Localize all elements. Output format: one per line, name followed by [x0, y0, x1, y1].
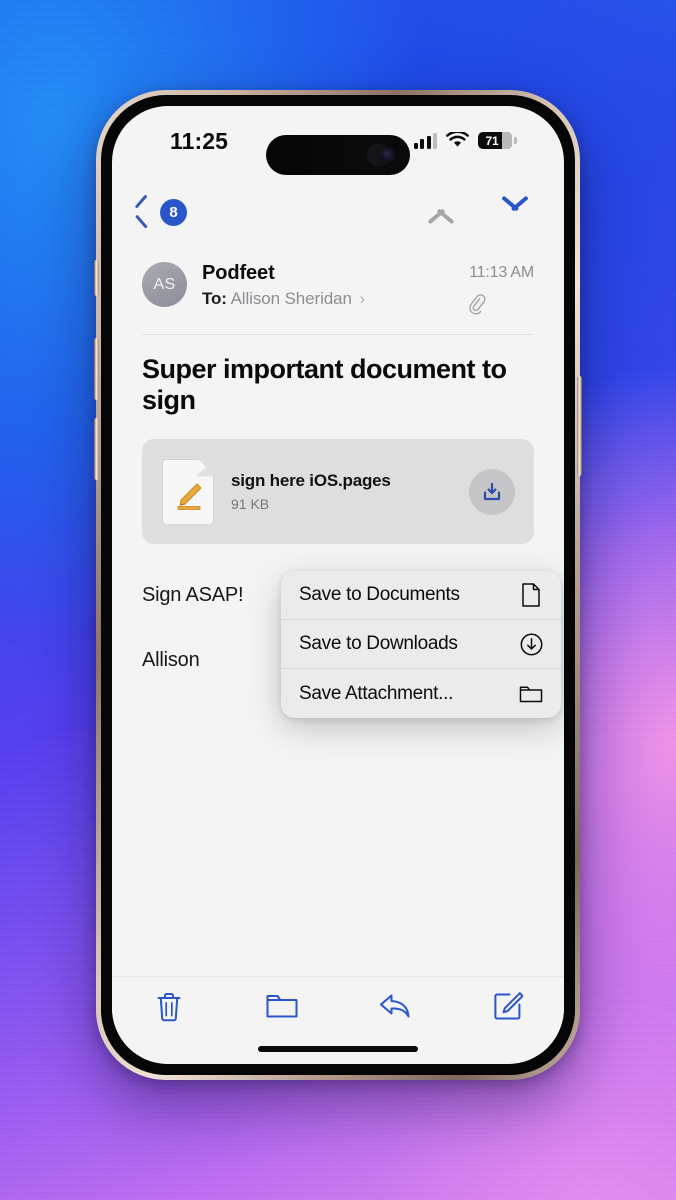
reply-button[interactable]: [338, 991, 451, 1021]
pages-document-icon: [162, 458, 214, 525]
battery-percentage: 71: [485, 133, 499, 148]
unread-count-badge: 8: [160, 198, 187, 226]
menu-item-label: Save Attachment...: [299, 682, 454, 704]
message-detail-view: AS Podfeet To: Allison Sheridan › 11:13 …: [112, 240, 564, 976]
message-timestamp: 11:13 AM: [469, 264, 534, 281]
wifi-icon: [446, 132, 469, 147]
attachment-info: sign here iOS.pages 91 KB: [231, 471, 391, 512]
recipient-name: Allison Sheridan: [230, 289, 352, 308]
attachment-context-menu: Save to Documents Save to Downloads Save…: [281, 571, 561, 718]
chevron-up-icon[interactable]: [424, 202, 458, 222]
dynamic-island: [266, 135, 410, 175]
front-camera-icon: [380, 147, 395, 163]
status-bar-indicators: 71: [413, 132, 517, 149]
attachment-filesize: 91 KB: [231, 496, 270, 512]
menu-item-save-to-documents[interactable]: Save to Documents: [281, 571, 561, 620]
power-button[interactable]: [577, 376, 582, 476]
compose-icon: [493, 992, 523, 1020]
paperclip-icon: [469, 294, 486, 315]
menu-item-label: Save to Downloads: [299, 633, 458, 654]
phone-bezel: 11:25 71 8 AS Podfeet To: Allison Sherid…: [101, 95, 575, 1075]
download-tray-icon[interactable]: [469, 468, 515, 515]
folder-icon: [519, 682, 543, 706]
chevron-down-icon[interactable]: [498, 202, 532, 222]
navigation-bar: 8: [112, 184, 564, 240]
status-bar-clock: 11:25: [170, 128, 229, 154]
message-meta: 11:13 AM: [469, 262, 534, 316]
battery-icon: 71: [478, 132, 517, 149]
chevron-left-icon: [134, 199, 149, 225]
volume-up-button[interactable]: [94, 338, 99, 400]
pencil-glyph-icon: [177, 482, 202, 510]
reply-arrow-icon: [379, 994, 409, 1018]
menu-item-save-to-downloads[interactable]: Save to Downloads: [281, 620, 561, 669]
trash-icon: [157, 992, 180, 1022]
sender-block: Podfeet To: Allison Sheridan ›: [202, 262, 469, 309]
move-to-folder-button[interactable]: [225, 991, 338, 1021]
download-circle-icon: [519, 632, 543, 656]
recipient-line[interactable]: To: Allison Sheridan ›: [202, 289, 469, 309]
compose-button[interactable]: [451, 991, 564, 1021]
document-icon: [519, 583, 543, 607]
back-to-mailbox-button[interactable]: 8: [134, 198, 187, 226]
message-subject: Super important document to sign: [142, 354, 507, 415]
cellular-bars-icon: [413, 132, 437, 149]
volume-down-button[interactable]: [94, 418, 99, 480]
attachment-card[interactable]: sign here iOS.pages 91 KB: [142, 439, 534, 544]
status-bar: 11:25 71: [112, 106, 564, 184]
action-button[interactable]: [94, 260, 99, 296]
message-toolbar: [112, 976, 564, 1064]
attachment-filename: sign here iOS.pages: [231, 471, 391, 490]
folder-icon: [266, 995, 297, 1018]
chevron-right-icon: ›: [359, 289, 366, 308]
phone-screen: 11:25 71 8 AS Podfeet To: Allison Sherid…: [112, 106, 564, 1064]
phone-device-frame: 11:25 71 8 AS Podfeet To: Allison Sherid…: [94, 90, 582, 1080]
message-header: AS Podfeet To: Allison Sheridan › 11:13 …: [112, 240, 564, 316]
avatar: AS: [142, 262, 187, 307]
sender-name: Podfeet: [202, 262, 275, 284]
menu-item-label: Save to Documents: [299, 584, 460, 605]
delete-button[interactable]: [112, 991, 225, 1023]
home-indicator[interactable]: [258, 1046, 418, 1052]
menu-item-save-attachment[interactable]: Save Attachment...: [281, 669, 561, 718]
message-navigation-arrows: [424, 202, 532, 222]
to-label: To:: [202, 289, 227, 308]
page-fold-corner: [196, 460, 213, 477]
